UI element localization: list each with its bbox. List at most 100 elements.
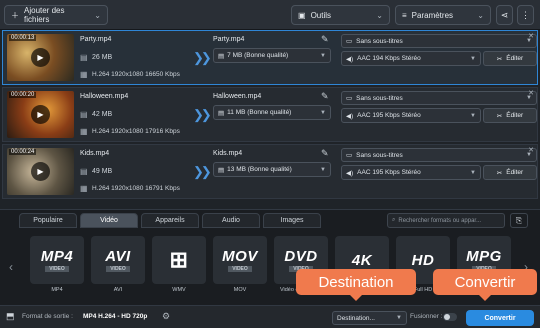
- more-vertical-icon: ⋮: [521, 9, 530, 20]
- format-logo: MP4: [40, 248, 74, 265]
- chevron-down-icon: ▼: [470, 55, 476, 62]
- pencil-icon[interactable]: ✎: [321, 91, 329, 102]
- tab-popular[interactable]: Populaire: [19, 213, 77, 228]
- file-name: Halloween.mp4: [80, 93, 129, 100]
- edit-button[interactable]: ✂ Éditer: [483, 108, 537, 123]
- convert-callout: Convertir: [433, 269, 537, 301]
- format-label: MP4: [51, 287, 63, 293]
- format-logo: HD: [411, 251, 435, 269]
- edit-button[interactable]: ✂ Éditer: [483, 51, 537, 66]
- format-options-button[interactable]: ⎘: [510, 213, 528, 228]
- windows-icon: ⊞: [169, 247, 189, 272]
- video-info-icon: ▦: [80, 127, 88, 136]
- file-size-icon: ▤: [80, 53, 88, 62]
- tab-devices[interactable]: Appareils: [141, 213, 199, 228]
- audio-dropdown[interactable]: ◀) AAC 195 Kbps Stéréo ▼: [341, 108, 481, 123]
- duration-badge: 00:00:24: [9, 149, 37, 155]
- chevron-down-icon: ⌄: [477, 10, 484, 20]
- briefcase-icon: ▣: [298, 10, 306, 20]
- audio-dropdown[interactable]: ◀) AAC 195 Kbps Stéréo ▼: [341, 165, 481, 180]
- add-files-button[interactable]: ＋ Ajouter des fichiers ⌄: [4, 5, 108, 25]
- subtitles-dropdown[interactable]: ▭ Sans sous-titres ▼: [341, 148, 537, 162]
- audio-value: AAC 195 Kbps Stéréo: [357, 112, 421, 119]
- chevron-down-icon: ▼: [396, 315, 402, 321]
- merge-label: Fusionner :: [410, 313, 443, 320]
- arrow-right-icon: ❯❯: [193, 164, 212, 179]
- format-mp4[interactable]: MP4 VIDEO MP4: [30, 236, 84, 294]
- file-row[interactable]: 00:00:24 ▶ Kids.mp4 ▤ 49 MB ▦ H.264 1920…: [2, 144, 538, 199]
- menu-icon: ≡: [402, 10, 407, 20]
- tab-audio[interactable]: Audio: [202, 213, 260, 228]
- chevron-down-icon: ▼: [320, 166, 326, 173]
- output-size-dropdown[interactable]: ▤ 13 MB (Bonne qualité) ▼: [213, 162, 331, 177]
- pencil-icon[interactable]: ✎: [321, 148, 329, 159]
- chevron-left-icon[interactable]: ‹: [9, 260, 13, 274]
- format-mov[interactable]: MOV VIDEO MOV: [213, 236, 267, 294]
- chevron-down-icon: ▼: [470, 112, 476, 119]
- file-size: 42 MB: [92, 111, 113, 118]
- video-thumbnail[interactable]: 00:00:20 ▶: [7, 91, 74, 138]
- format-logo: DVD: [284, 248, 318, 265]
- output-size-dropdown[interactable]: ▤ 11 MB (Bonne qualité) ▼: [213, 105, 331, 120]
- convert-button[interactable]: Convertir: [466, 310, 534, 326]
- output-name: Party.mp4: [213, 36, 245, 43]
- output-name: Kids.mp4: [213, 150, 243, 157]
- format-search[interactable]: ⌕ Rechercher formats ou appar...: [387, 213, 505, 228]
- speaker-icon: ◀): [346, 169, 354, 177]
- file-row[interactable]: 00:00:20 ▶ Halloween.mp4 ▤ 42 MB ▦ H.264…: [2, 87, 538, 142]
- gear-icon[interactable]: ⚙: [162, 311, 170, 322]
- speaker-icon: ◀): [346, 55, 354, 63]
- file-info: H.264 1920x1080 16791 Kbps: [92, 185, 180, 192]
- settings-label: Paramètres: [411, 10, 454, 20]
- subtitles-value: Sans sous-titres: [356, 151, 403, 159]
- share-button[interactable]: ⋖: [496, 5, 513, 25]
- video-thumbnail[interactable]: 00:00:24 ▶: [7, 148, 74, 195]
- file-size-icon: ▤: [80, 167, 88, 176]
- tab-images[interactable]: Images: [263, 213, 321, 228]
- subtitles-dropdown[interactable]: ▭ Sans sous-titres ▼: [341, 34, 537, 48]
- pencil-icon[interactable]: ✎: [321, 34, 329, 45]
- output-name: Halloween.mp4: [213, 93, 262, 100]
- play-icon[interactable]: ▶: [31, 105, 50, 124]
- arrow-right-icon: ❯❯: [193, 107, 212, 122]
- subtitle-icon: ▭: [346, 152, 353, 159]
- tools-button[interactable]: ▣ Outils ⌄: [291, 5, 390, 25]
- video-thumbnail[interactable]: 00:00:13 ▶: [7, 34, 74, 81]
- output-size: 13 MB (Bonne qualité): [227, 166, 292, 173]
- video-info-icon: ▦: [80, 184, 88, 193]
- subtitles-value: Sans sous-titres: [356, 37, 403, 45]
- subtitles-value: Sans sous-titres: [356, 94, 403, 102]
- output-format-icon: ⬒: [6, 311, 15, 321]
- arrow-right-icon: ❯❯: [193, 50, 212, 65]
- file-size-icon: ▤: [218, 166, 225, 174]
- video-info-icon: ▦: [80, 70, 88, 79]
- audio-value: AAC 195 Kbps Stéréo: [357, 169, 421, 176]
- format-label: WMV: [172, 287, 186, 293]
- play-icon[interactable]: ▶: [31, 162, 50, 181]
- tab-video[interactable]: Vidéo: [80, 213, 138, 228]
- play-icon[interactable]: ▶: [31, 48, 50, 67]
- chevron-down-icon: ⌄: [94, 10, 101, 20]
- audio-dropdown[interactable]: ◀) AAC 194 Kbps Stéréo ▼: [341, 51, 481, 66]
- more-button[interactable]: ⋮: [517, 5, 534, 25]
- subtitles-dropdown[interactable]: ▭ Sans sous-titres ▼: [341, 91, 537, 105]
- format-avi[interactable]: AVI VIDEO AVI: [91, 236, 145, 294]
- share-icon: ⋖: [500, 9, 509, 20]
- format-wmv[interactable]: ⊞ WMV: [152, 236, 206, 294]
- close-icon[interactable]: ✕: [528, 32, 534, 40]
- settings-button[interactable]: ≡ Paramètres ⌄: [395, 5, 491, 25]
- destination-dropdown[interactable]: Destination... ▼: [332, 311, 407, 325]
- format-label: MOV: [233, 287, 247, 293]
- chevron-down-icon: ▼: [320, 52, 326, 59]
- output-size-dropdown[interactable]: ▤ 7 MB (Bonne qualité) ▼: [213, 48, 331, 63]
- merge-toggle[interactable]: [443, 313, 457, 321]
- close-icon[interactable]: ✕: [528, 146, 534, 154]
- close-icon[interactable]: ✕: [528, 89, 534, 97]
- output-format-value[interactable]: MP4 H.264 - HD 720p: [83, 313, 147, 320]
- file-size: 26 MB: [92, 54, 113, 61]
- edit-button[interactable]: ✂ Éditer: [483, 165, 537, 180]
- plus-icon: ＋: [11, 10, 19, 20]
- file-size: 49 MB: [92, 168, 113, 175]
- destination-callout: Destination: [296, 269, 416, 301]
- file-row[interactable]: 00:00:13 ▶ Party.mp4 ▤ 26 MB ▦ H.264 192…: [2, 30, 538, 85]
